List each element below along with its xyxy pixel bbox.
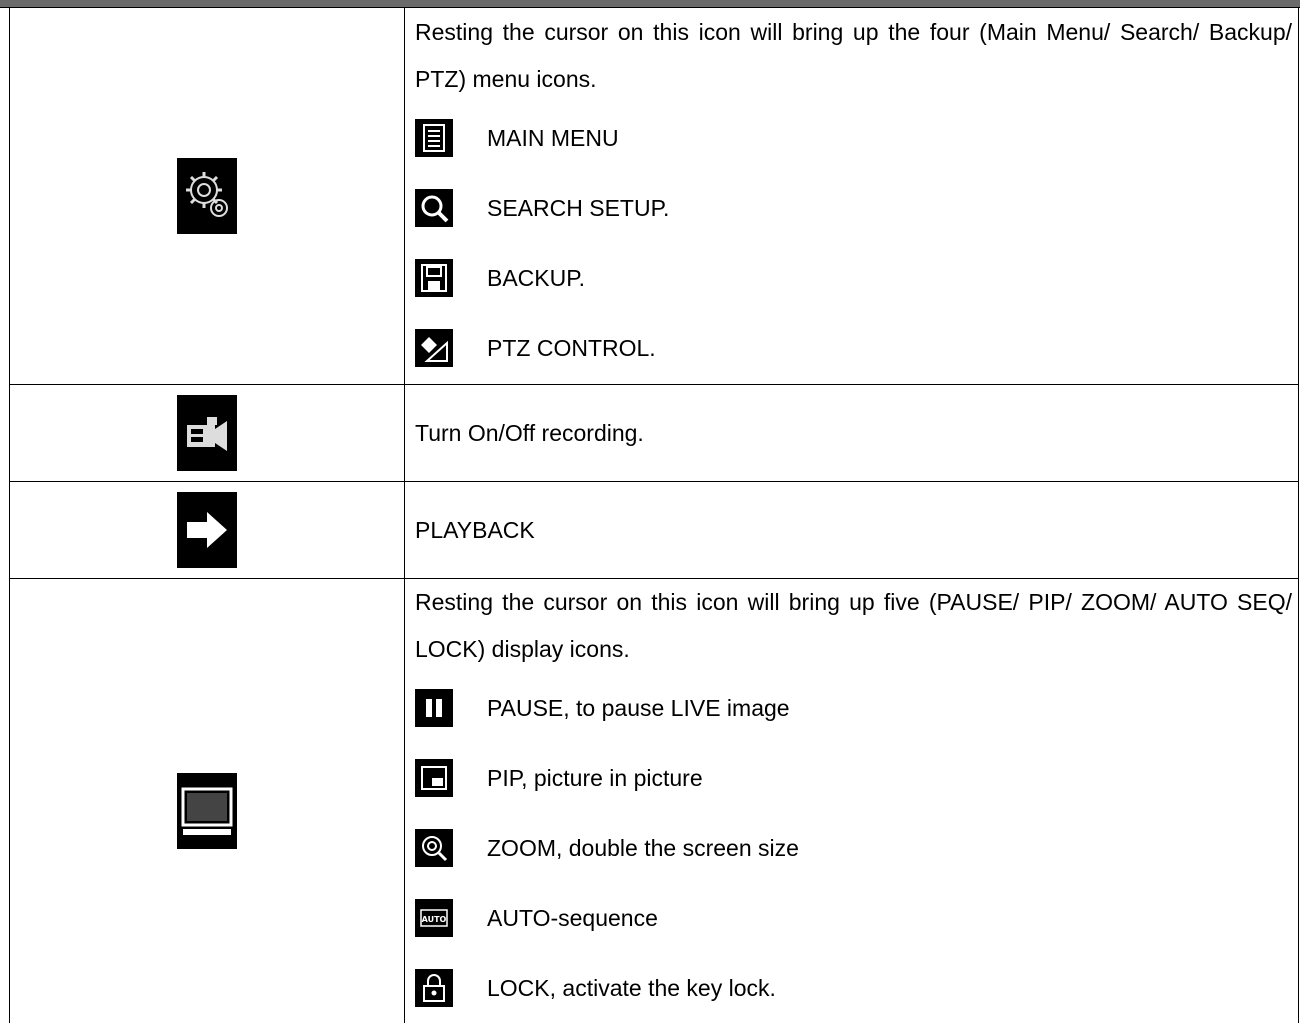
description-cell: Turn On/Off recording. xyxy=(405,385,1299,482)
pause-icon xyxy=(415,689,453,727)
list-item: AUTO AUTO-sequence xyxy=(415,883,1292,953)
description-text: PLAYBACK xyxy=(415,519,1292,542)
list-item-label: PTZ CONTROL. xyxy=(487,335,656,362)
list-item: LOCK, activate the key lock. xyxy=(415,953,1292,1023)
list-item-label: BACKUP. xyxy=(487,265,585,292)
table-row: Turn On/Off recording. xyxy=(10,385,1299,482)
zoom-icon xyxy=(415,829,453,867)
gear-icon xyxy=(177,158,237,234)
description-cell: Resting the cursor on this icon will bri… xyxy=(405,579,1299,1023)
list-item: MAIN MENU xyxy=(415,103,1292,173)
search-icon xyxy=(415,189,453,227)
description-text: Turn On/Off recording. xyxy=(415,422,1292,445)
svg-text:AUTO: AUTO xyxy=(422,915,447,924)
icon-cell xyxy=(10,8,405,385)
list-item-label: PAUSE, to pause LIVE image xyxy=(487,695,790,722)
arrow-right-icon xyxy=(177,492,237,568)
list-item-label: PIP, picture in picture xyxy=(487,765,703,792)
list-item: SEARCH SETUP. xyxy=(415,173,1292,243)
list-item: ZOOM, double the screen size xyxy=(415,813,1292,883)
table-row: Resting the cursor on this icon will bri… xyxy=(10,8,1299,385)
table-row: PLAYBACK xyxy=(10,482,1299,579)
list-item-label: ZOOM, double the screen size xyxy=(487,835,799,862)
monitor-icon xyxy=(177,773,237,849)
icon-cell xyxy=(10,482,405,579)
description-cell: PLAYBACK xyxy=(405,482,1299,579)
pip-icon xyxy=(415,759,453,797)
list-item-label: MAIN MENU xyxy=(487,125,619,152)
list-item: PAUSE, to pause LIVE image xyxy=(415,673,1292,743)
description-text: Resting the cursor on this icon will bri… xyxy=(415,9,1292,103)
description-cell: Resting the cursor on this icon will bri… xyxy=(405,8,1299,385)
list-item-label: LOCK, activate the key lock. xyxy=(487,975,776,1002)
icon-cell xyxy=(10,579,405,1023)
list-item-label: SEARCH SETUP. xyxy=(487,195,669,222)
list-item-label: AUTO-sequence xyxy=(487,905,658,932)
icon-cell xyxy=(10,385,405,482)
auto-icon: AUTO xyxy=(415,899,453,937)
camcorder-icon xyxy=(177,395,237,471)
description-text: Resting the cursor on this icon will bri… xyxy=(415,579,1292,673)
icon-description-table: Resting the cursor on this icon will bri… xyxy=(9,7,1299,1023)
lock-icon xyxy=(415,969,453,1007)
list-item: PTZ CONTROL. xyxy=(415,313,1292,383)
floppy-disk-icon xyxy=(415,259,453,297)
list-item: PIP, picture in picture xyxy=(415,743,1292,813)
ptz-icon xyxy=(415,329,453,367)
list-item: BACKUP. xyxy=(415,243,1292,313)
table-row: Resting the cursor on this icon will bri… xyxy=(10,579,1299,1023)
main-menu-icon xyxy=(415,119,453,157)
